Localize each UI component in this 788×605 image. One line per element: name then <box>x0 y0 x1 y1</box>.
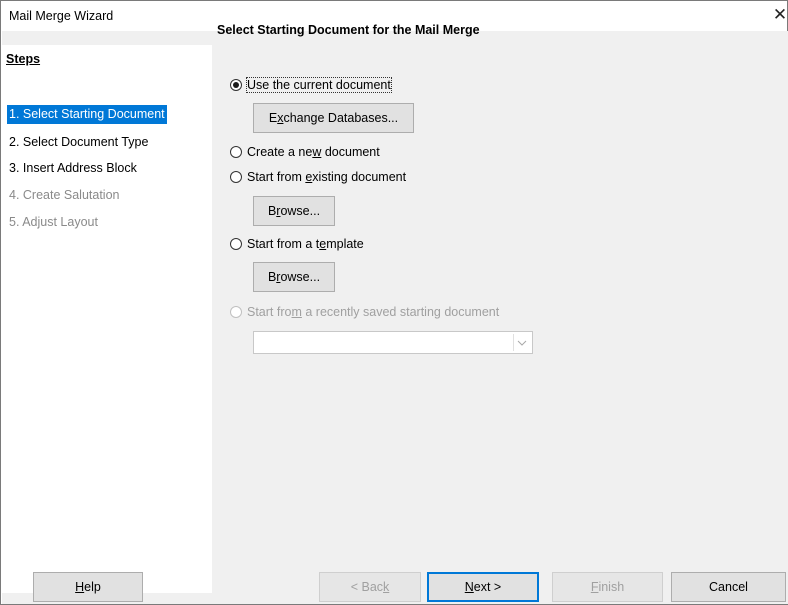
radio-create-new-document[interactable]: Create a new document <box>230 143 380 161</box>
label-part: document <box>321 145 380 159</box>
mnemonic: w <box>312 145 322 159</box>
mail-merge-dialog: Mail Merge Wizard ✕ Steps 1. Select Star… <box>0 0 788 605</box>
mnemonic: N <box>464 580 474 594</box>
radio-use-current-document[interactable]: Use the current document <box>230 76 392 94</box>
radio-label: Start from a recently saved starting doc… <box>247 305 499 319</box>
help-button[interactable]: Help <box>33 572 143 602</box>
steps-heading: Steps <box>6 52 41 66</box>
mnemonic: k <box>383 580 390 594</box>
step-create-salutation: 4. Create Salutation <box>9 188 120 202</box>
recent-documents-combo <box>253 331 533 354</box>
radio-start-from-existing[interactable]: Start from existing document <box>230 168 406 186</box>
button-label-part: B <box>267 270 277 284</box>
radio-start-from-template[interactable]: Start from a template <box>230 235 364 253</box>
radio-indicator[interactable] <box>230 171 242 183</box>
label-part: Start from <box>247 170 306 184</box>
button-label-part: owse... <box>280 204 321 218</box>
next-button[interactable]: Next > <box>427 572 539 602</box>
button-label-part: ext > <box>473 580 502 594</box>
close-icon[interactable]: ✕ <box>771 5 788 25</box>
step-adjust-layout: 5. Adjust Layout <box>9 215 98 229</box>
button-label-part: owse... <box>280 270 321 284</box>
cancel-button[interactable]: Cancel <box>671 572 786 602</box>
window-title: Mail Merge Wizard <box>9 9 114 23</box>
radio-label: Start from a template <box>247 237 364 251</box>
page-title: Select Starting Document for the Mail Me… <box>217 23 480 37</box>
label-part: Start from a t <box>247 237 320 251</box>
step-insert-address-block[interactable]: 3. Insert Address Block <box>7 159 139 178</box>
radio-indicator <box>230 306 242 318</box>
label-part: mplate <box>326 237 364 251</box>
steps-panel: Steps 1. Select Starting Document 2. Sel… <box>2 45 212 593</box>
step-select-document-type[interactable]: 2. Select Document Type <box>7 133 150 152</box>
step-select-starting-document[interactable]: 1. Select Starting Document <box>7 105 167 124</box>
chevron-down-icon <box>513 334 530 351</box>
label-part: Create a ne <box>247 145 313 159</box>
radio-indicator[interactable] <box>230 238 242 250</box>
label-part: xisting document <box>312 170 407 184</box>
radio-start-from-recent: Start from a recently saved starting doc… <box>230 303 499 321</box>
button-label-part: change Databases... <box>283 111 399 125</box>
label-part: Start fro <box>247 305 292 319</box>
button-label-part: < Bac <box>350 580 384 594</box>
browse-existing-button[interactable]: Br owse... <box>253 196 335 226</box>
radio-label: Start from existing document <box>247 170 406 184</box>
button-label-part: B <box>267 204 277 218</box>
radio-indicator[interactable] <box>230 79 242 91</box>
mnemonic: F <box>590 580 599 594</box>
button-label-part: E <box>268 111 278 125</box>
radio-indicator[interactable] <box>230 146 242 158</box>
radio-label: Use the current document <box>246 77 392 93</box>
label-part: a recently saved starting document <box>301 305 500 319</box>
radio-label: Create a new document <box>247 145 380 159</box>
back-button: < Bac k <box>319 572 421 602</box>
button-label-part: inish <box>598 580 625 594</box>
mnemonic: m <box>291 305 302 319</box>
browse-template-button[interactable]: Br owse... <box>253 262 335 292</box>
exchange-databases-button[interactable]: Ex change Databases... <box>253 103 414 133</box>
finish-button: Finish <box>552 572 663 602</box>
mnemonic: H <box>75 580 85 594</box>
button-label-part: elp <box>84 580 101 594</box>
